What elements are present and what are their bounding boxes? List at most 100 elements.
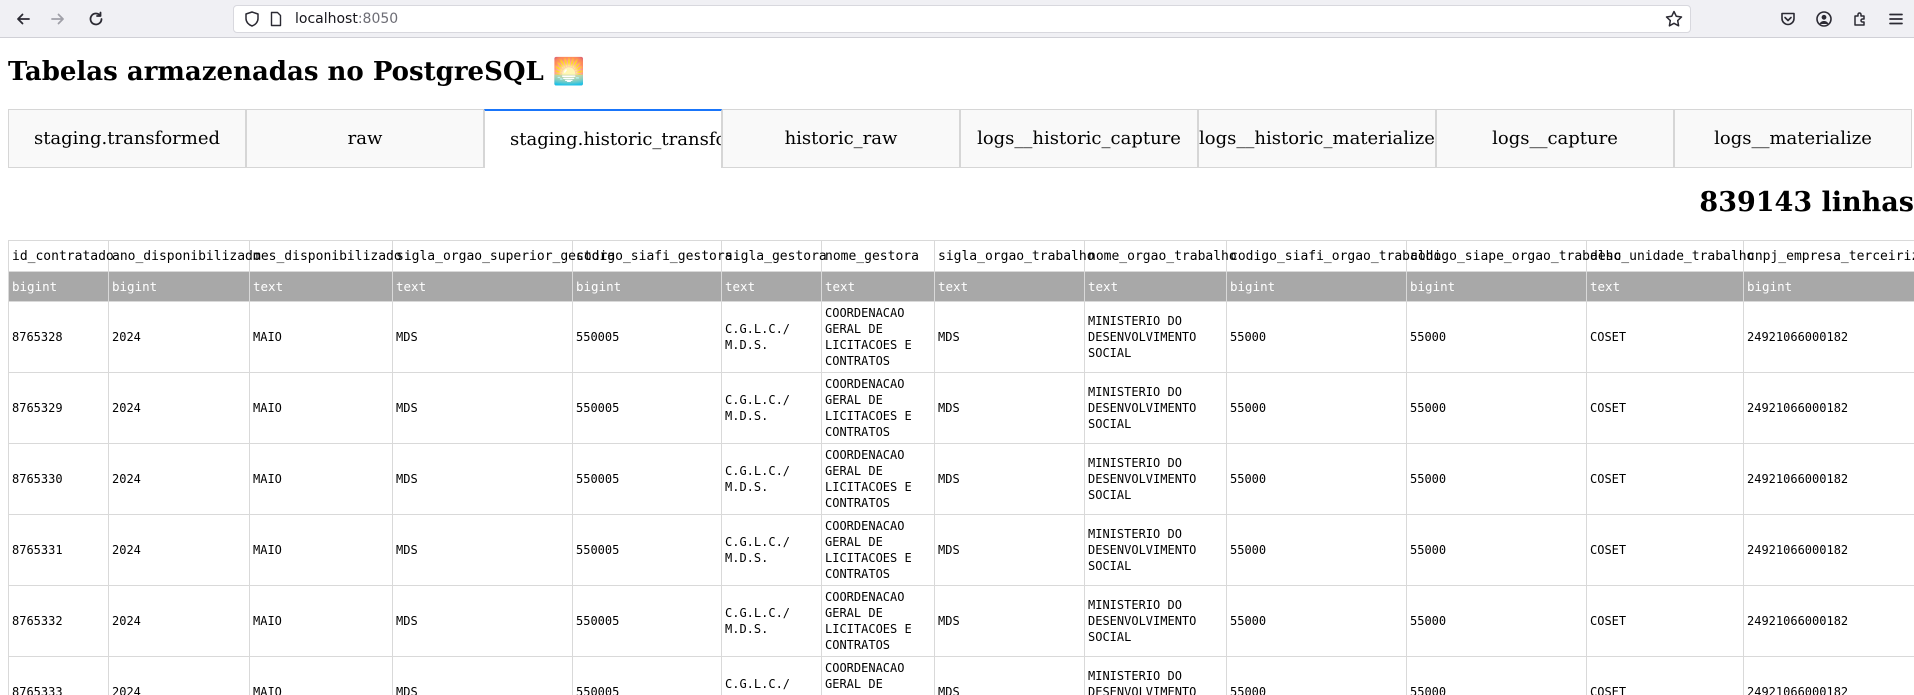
table-cell[interactable]: 24921066000182 (1743, 372, 1914, 444)
table-cell[interactable]: MDS (392, 514, 573, 586)
table-cell[interactable]: MINISTERIO DO DESENVOLVIMENTO SOCIAL (1084, 443, 1227, 515)
table-cell[interactable]: MDS (934, 656, 1085, 695)
page-info-icon[interactable] (268, 11, 284, 27)
column-header[interactable]: cnpj_empresa_terceirizada (1743, 240, 1914, 272)
column-header[interactable]: codigo_siafi_orgao_trabalho (1226, 240, 1441, 272)
tab-staging-historic-transformed[interactable]: staging.historic_transformed (484, 109, 722, 168)
column-header[interactable]: codigo_siafi_gestora (572, 240, 733, 272)
table-cell[interactable]: COSET (1586, 656, 1744, 695)
extensions-icon[interactable] (1848, 7, 1872, 31)
pocket-icon[interactable] (1776, 7, 1800, 31)
table-row[interactable]: 8765329 2024 MAIO MDS 550005 C.G.L.C./ M.D.S.… (8, 372, 1914, 444)
column-header[interactable]: sigla_orgao_trabalho (934, 240, 1095, 272)
table-cell[interactable]: MDS (934, 443, 1085, 515)
table-cell[interactable]: 55000 (1226, 585, 1407, 657)
table-cell[interactable]: MAIO (249, 585, 393, 657)
table-cell[interactable]: COORDENACAO GERAL DE LICITACOES E CONTRA… (821, 585, 935, 657)
bookmark-star-icon[interactable] (1664, 9, 1684, 29)
url-text[interactable]: localhost:8050 (295, 11, 398, 27)
table-cell[interactable]: 8765333 (8, 656, 109, 695)
table-cell[interactable]: MINISTERIO DO DESENVOLVIMENTO SOCIAL (1084, 585, 1227, 657)
table-cell[interactable]: 2024 (108, 443, 250, 515)
table-cell[interactable]: MDS (392, 301, 573, 373)
account-icon[interactable] (1812, 7, 1836, 31)
column-header[interactable]: id_contratado (8, 240, 114, 272)
table-cell[interactable]: MAIO (249, 443, 393, 515)
table-cell[interactable]: 55000 (1226, 656, 1407, 695)
table-cell[interactable]: COSET (1586, 372, 1744, 444)
table-cell[interactable]: 8765329 (8, 372, 109, 444)
menu-icon[interactable] (1884, 7, 1908, 31)
table-cell[interactable]: 550005 (572, 585, 722, 657)
tab-logs-capture[interactable]: logs__capture (1436, 109, 1674, 168)
table-cell[interactable]: 8765331 (8, 514, 109, 586)
table-cell[interactable]: 55000 (1226, 372, 1407, 444)
table-cell[interactable]: MDS (392, 372, 573, 444)
column-header[interactable]: mes_disponibilizado (249, 240, 402, 272)
table-cell[interactable]: 24921066000182 (1743, 443, 1914, 515)
table-cell[interactable]: 55000 (1226, 443, 1407, 515)
table-cell[interactable]: MAIO (249, 372, 393, 444)
table-row[interactable]: 8765330 2024 MAIO MDS 550005 C.G.L.C./ M.D.S.… (8, 443, 1914, 515)
column-header[interactable]: nome_gestora (821, 240, 935, 272)
table-cell[interactable]: MINISTERIO DO DESENVOLVIMENTO SOCIAL (1084, 514, 1227, 586)
table-cell[interactable]: MDS (392, 443, 573, 515)
tab-logs-historic-materialize[interactable]: logs__historic_materialize (1198, 109, 1436, 168)
table-cell[interactable]: COSET (1586, 443, 1744, 515)
table-cell[interactable]: MDS (934, 585, 1085, 657)
forward-arrow-icon[interactable] (46, 7, 70, 31)
table-cell[interactable]: COORDENACAO GERAL DE LICITACOES E CONTRA… (821, 372, 935, 444)
tab-raw[interactable]: raw (246, 109, 484, 168)
table-cell[interactable]: 2024 (108, 372, 250, 444)
table-cell[interactable]: 24921066000182 (1743, 301, 1914, 373)
table-row[interactable]: 8765332 2024 MAIO MDS 550005 C.G.L.C./ M.D.S.… (8, 585, 1914, 657)
table-cell[interactable]: COSET (1586, 301, 1744, 373)
back-arrow-icon[interactable] (11, 7, 35, 31)
table-cell[interactable]: 55000 (1226, 514, 1407, 586)
tab-logs-historic-capture[interactable]: logs__historic_capture (960, 109, 1198, 168)
table-row[interactable]: 8765331 2024 MAIO MDS 550005 C.G.L.C./ M.D.S.… (8, 514, 1914, 586)
table-cell[interactable]: 55000 (1406, 443, 1587, 515)
table-cell[interactable]: MDS (392, 585, 573, 657)
table-cell[interactable]: MAIO (249, 514, 393, 586)
table-cell[interactable]: C.G.L.C./ M.D.S. (721, 656, 822, 695)
table-cell[interactable]: 2024 (108, 301, 250, 373)
table-cell[interactable]: 550005 (572, 656, 722, 695)
column-header[interactable]: sigla_gestora (721, 240, 827, 272)
table-cell[interactable]: COORDENACAO GERAL DE LICITACOES E CONTRA… (821, 656, 935, 695)
tab-logs-materialize[interactable]: logs__materialize (1674, 109, 1912, 168)
table-cell[interactable]: 2024 (108, 656, 250, 695)
table-cell[interactable]: 24921066000182 (1743, 656, 1914, 695)
table-cell[interactable]: 55000 (1406, 656, 1587, 695)
tracking-shield-icon[interactable] (243, 10, 261, 28)
table-cell[interactable]: COORDENACAO GERAL DE LICITACOES E CONTRA… (821, 301, 935, 373)
table-cell[interactable]: 24921066000182 (1743, 585, 1914, 657)
table-cell[interactable]: MAIO (249, 656, 393, 695)
table-cell[interactable]: MINISTERIO DO DESENVOLVIMENTO SOCIAL (1084, 656, 1227, 695)
table-cell[interactable]: 24921066000182 (1743, 514, 1914, 586)
table-cell[interactable]: 8765332 (8, 585, 109, 657)
column-header[interactable]: ano_disponibilizado (108, 240, 261, 272)
table-cell[interactable]: COORDENACAO GERAL DE LICITACOES E CONTRA… (821, 514, 935, 586)
table-cell[interactable]: MDS (934, 514, 1085, 586)
column-header[interactable]: desc_unidade_trabalho (1586, 240, 1754, 272)
table-cell[interactable]: 550005 (572, 443, 722, 515)
table-row[interactable]: 8765328 2024 MAIO MDS 550005 C.G.L.C./ M.D.S.… (8, 301, 1914, 373)
table-cell[interactable]: MAIO (249, 301, 393, 373)
table-cell[interactable]: 55000 (1406, 301, 1587, 373)
table-cell[interactable]: COSET (1586, 514, 1744, 586)
table-cell[interactable]: 550005 (572, 514, 722, 586)
table-cell[interactable]: MDS (392, 656, 573, 695)
table-cell[interactable]: C.G.L.C./ M.D.S. (721, 301, 822, 373)
table-cell[interactable]: 8765330 (8, 443, 109, 515)
table-cell[interactable]: 55000 (1406, 514, 1587, 586)
table-cell[interactable]: MINISTERIO DO DESENVOLVIMENTO SOCIAL (1084, 301, 1227, 373)
tab-historic-raw[interactable]: historic_raw (722, 109, 960, 168)
table-cell[interactable]: C.G.L.C./ M.D.S. (721, 372, 822, 444)
table-cell[interactable]: 2024 (108, 585, 250, 657)
table-cell[interactable]: C.G.L.C./ M.D.S. (721, 585, 822, 657)
table-cell[interactable]: 55000 (1406, 585, 1587, 657)
table-cell[interactable]: 2024 (108, 514, 250, 586)
address-bar[interactable]: localhost:8050 (233, 5, 1691, 33)
tab-staging-transformed[interactable]: staging.transformed (8, 109, 246, 168)
